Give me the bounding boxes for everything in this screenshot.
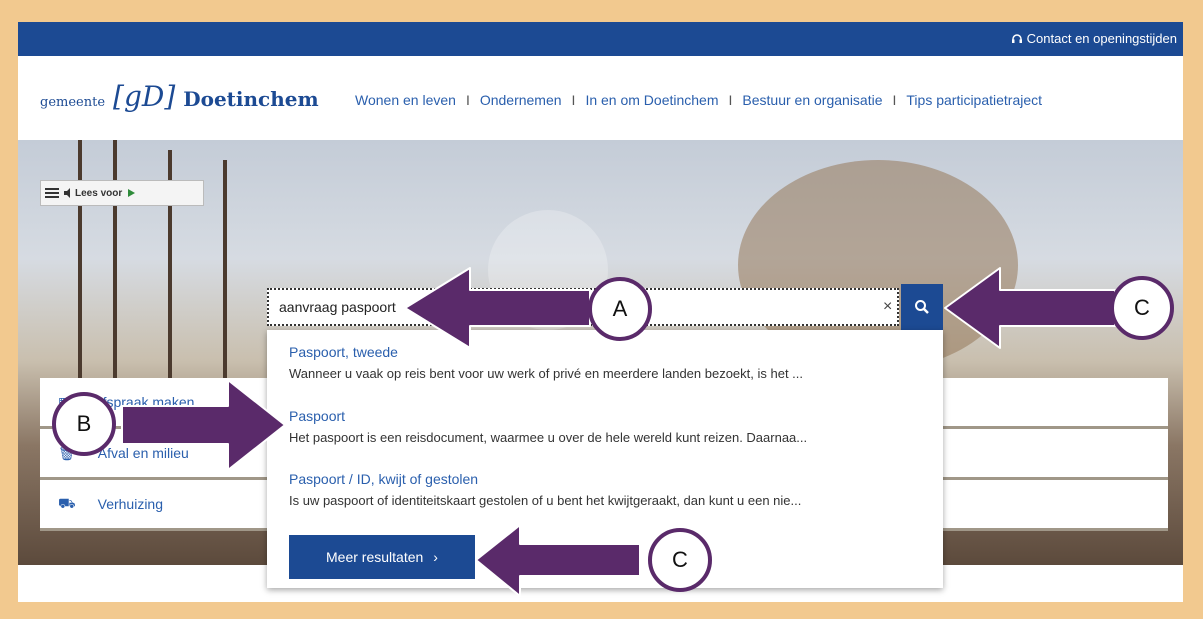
quick-link-label: Afval en milieu — [97, 445, 189, 461]
annotation-label-c-search: C — [1110, 276, 1174, 340]
search-button[interactable] — [901, 284, 943, 330]
more-results-label: Meer resultaten — [326, 549, 424, 565]
search-result-kwijt-gestolen[interactable]: Paspoort / ID, kwijt of gestolen Is uw p… — [289, 471, 801, 508]
nav-separator: I — [892, 92, 897, 108]
search-result-paspoort-tweede[interactable]: Paspoort, tweede Wanneer u vaak op reis … — [289, 344, 803, 381]
clear-search-icon[interactable]: × — [883, 298, 892, 316]
nav-item-tips[interactable]: Tips participatietraject — [906, 92, 1042, 108]
nav-item-wonen[interactable]: Wonen en leven — [355, 92, 456, 108]
more-results-button[interactable]: Meer resultaten › — [289, 535, 475, 579]
nav-item-in-en-om[interactable]: In en om Doetinchem — [585, 92, 718, 108]
result-description: Is uw paspoort of identiteitskaart gesto… — [289, 493, 802, 508]
annotation-label-c-more: C — [648, 528, 712, 592]
nav-item-ondernemen[interactable]: Ondernemen — [480, 92, 562, 108]
contact-link[interactable]: Contact en openingstijden — [1011, 31, 1177, 46]
search-result-paspoort[interactable]: Paspoort Het paspoort is een reisdocumen… — [289, 408, 807, 445]
nav-separator: I — [571, 92, 576, 108]
play-icon[interactable] — [126, 188, 136, 198]
main-nav: Wonen en leven I Ondernemen I In en om D… — [355, 92, 1042, 108]
read-aloud-label: Lees voor — [75, 187, 123, 199]
top-bar: Contact en openingstijden — [18, 22, 1183, 56]
annotation-label-b: B — [52, 392, 116, 456]
search-input[interactable] — [269, 290, 897, 324]
logo-mark: [gD] — [113, 80, 176, 113]
chevron-right-icon: › — [433, 549, 438, 565]
nav-separator: I — [728, 92, 733, 108]
annotation-label-a: A — [588, 277, 652, 341]
result-title: Paspoort, tweede — [289, 344, 398, 360]
search-field[interactable] — [267, 288, 899, 326]
nav-item-bestuur[interactable]: Bestuur en organisatie — [742, 92, 882, 108]
result-title: Paspoort — [289, 408, 346, 424]
speaker-icon — [64, 188, 70, 198]
site-logo[interactable]: gemeente [gD] Doetinchem — [40, 80, 319, 113]
read-aloud-button[interactable]: Lees voor — [63, 187, 122, 199]
result-description: Wanneer u vaak op reis bent voor uw werk… — [289, 366, 804, 381]
logo-prefix: gemeente — [40, 95, 106, 110]
headset-icon — [1011, 33, 1022, 43]
search-icon — [915, 300, 929, 314]
result-description: Het paspoort is een reisdocument, waarme… — [289, 430, 808, 445]
search-suggestions: Paspoort, tweede Wanneer u vaak op reis … — [267, 330, 943, 588]
moving-icon: ⛟ — [58, 494, 76, 511]
menu-icon[interactable] — [45, 187, 59, 199]
quick-link-label: Verhuizing — [97, 496, 164, 512]
site-header: gemeente [gD] Doetinchem Wonen en leven … — [18, 56, 1183, 140]
read-aloud-bar: Lees voor — [40, 180, 204, 206]
logo-name: Doetinchem — [183, 87, 319, 111]
contact-label: Contact en openingstijden — [1026, 31, 1177, 46]
nav-separator: I — [465, 92, 470, 108]
result-title: Paspoort / ID, kwijt of gestolen — [289, 471, 479, 487]
